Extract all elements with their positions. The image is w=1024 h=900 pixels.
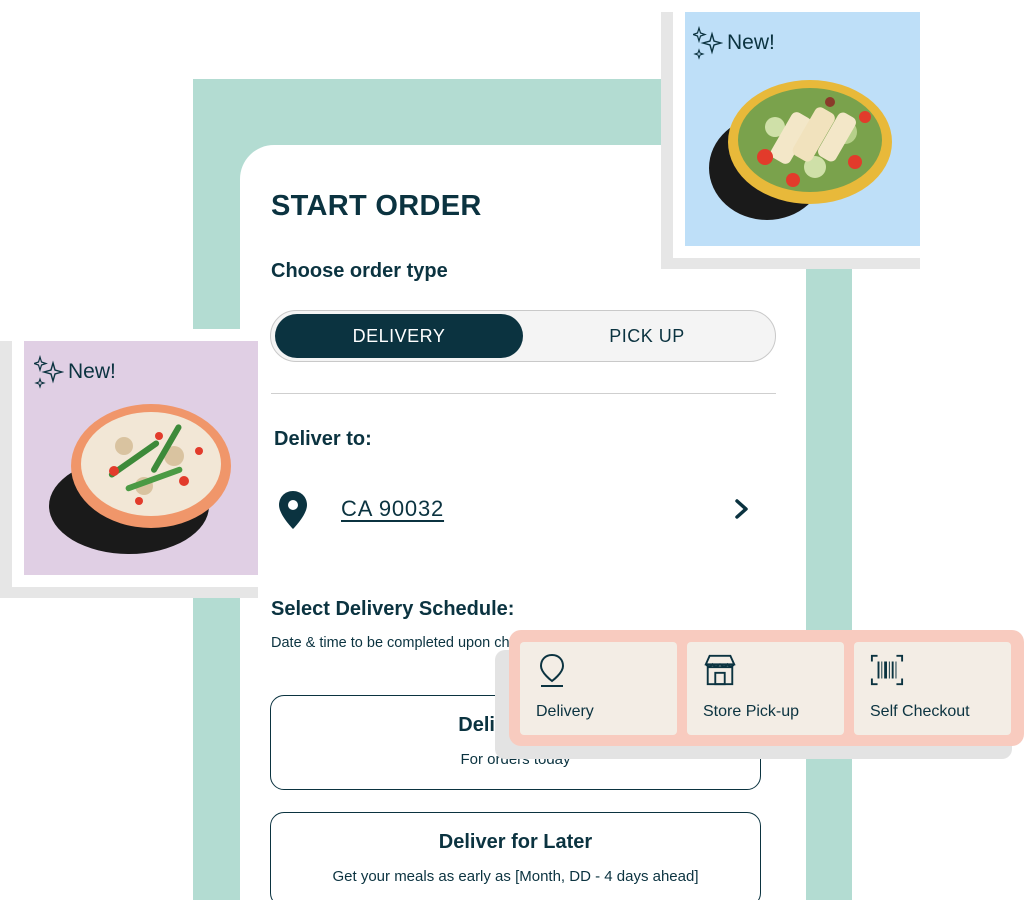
quick-option-store-pickup[interactable]: Store Pick-up [687,642,844,735]
promo-badge-left: New! [34,355,116,389]
delivery-address-row[interactable]: CA 90032 [278,490,758,530]
storefront-icon [704,654,736,686]
quick-option-label: Self Checkout [870,703,970,720]
sparkle-icon [693,26,723,60]
delivery-schedule-title: Select Delivery Schedule: [271,598,515,620]
order-type-toggle: DELIVERY PICK UP [270,310,776,362]
barcode-scan-icon [870,654,904,686]
location-pin-icon [279,491,307,529]
page-title: START ORDER [271,190,482,222]
section-divider [271,393,776,394]
deliver-later-subtext: Get your meals as early as [Month, DD - … [332,868,699,885]
promo-badge: New! [693,26,775,60]
promo-badge-text: New! [727,31,775,54]
quick-options-panel: Delivery Store Pick-up Self Checkout [509,630,1024,746]
quick-option-label: Delivery [536,703,594,720]
deliver-to-label: Deliver to: [274,428,372,450]
promo-badge-text-left: New! [68,360,116,383]
choose-order-type-label: Choose order type [271,260,448,282]
toggle-pickup[interactable]: PICK UP [523,314,771,358]
location-pin-icon [539,653,565,687]
deliver-later-option[interactable]: Deliver for Later Get your meals as earl… [270,812,761,900]
toggle-delivery[interactable]: DELIVERY [275,314,523,358]
address-link[interactable]: CA 90032 [341,496,444,522]
deliver-later-heading: Deliver for Later [438,831,593,853]
promo-card-noodle-bowl: New! [24,341,258,575]
sparkle-icon [34,355,64,389]
promo-card-salad: New! [685,12,920,246]
salad-bowl-image [709,80,892,220]
quick-option-self-checkout[interactable]: Self Checkout [854,642,1011,735]
quick-option-delivery[interactable]: Delivery [520,642,677,735]
chevron-right-icon[interactable] [733,498,751,520]
quick-option-label: Store Pick-up [703,703,800,720]
noodle-bowl-image [49,404,231,554]
